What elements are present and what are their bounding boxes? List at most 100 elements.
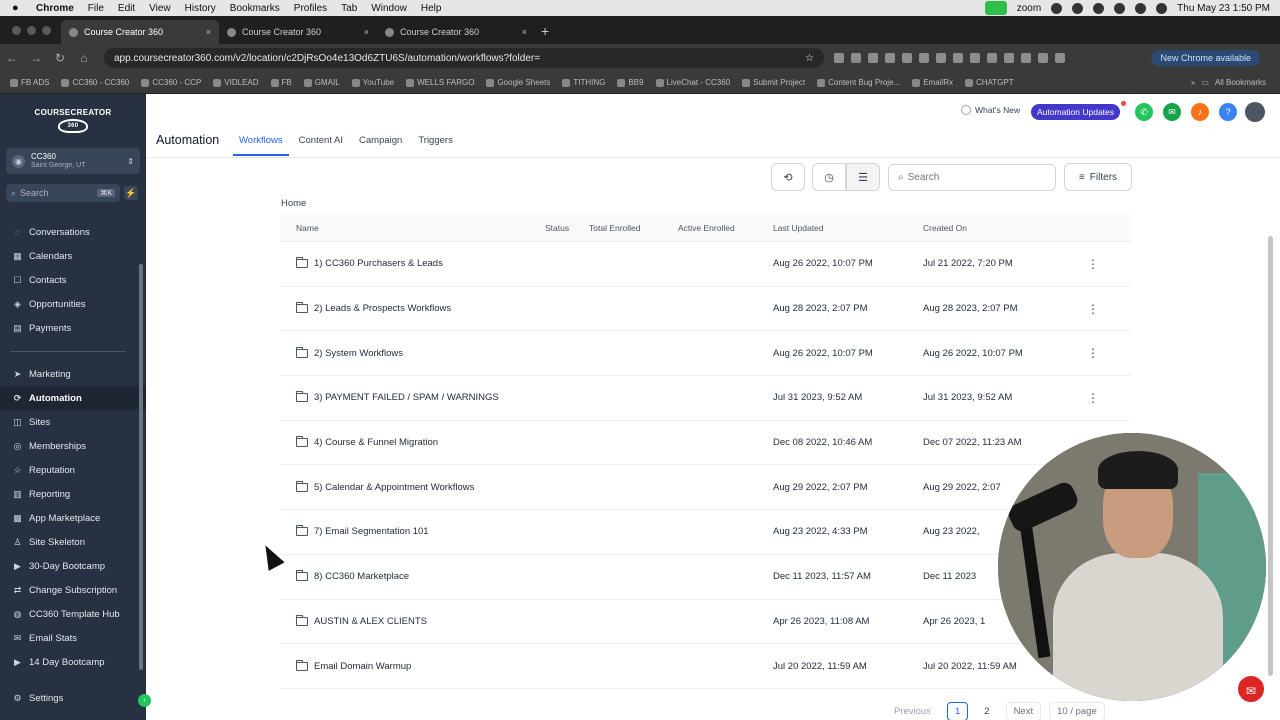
tab-close-icon[interactable]: × <box>522 27 527 37</box>
forward-icon[interactable]: → <box>24 51 48 65</box>
brightness-icon[interactable] <box>1051 2 1063 14</box>
sidebar-item-14-day-bootcamp[interactable]: ▶ 14 Day Bootcamp <box>0 650 146 674</box>
new-tab-button[interactable]: + <box>541 23 549 39</box>
folder-label[interactable]: 4) Course & Funnel Migration <box>314 437 438 448</box>
bookmark-item[interactable]: EmailRx <box>912 78 953 87</box>
folder-label[interactable]: AUSTIN & ALEX CLIENTS <box>314 616 427 627</box>
sidebar-item-conversations[interactable]: ◌ Conversations <box>0 220 146 244</box>
sidebar-item-opportunities[interactable]: ◈ Opportunities <box>0 292 146 316</box>
column-name[interactable]: Name <box>280 223 529 233</box>
previous-page-button[interactable]: Previous <box>886 702 939 720</box>
extension-icon[interactable] <box>1055 53 1065 63</box>
url-text[interactable]: app.coursecreator360.com/v2/location/c2D… <box>114 53 805 64</box>
bookmark-item[interactable]: CHATGPT <box>964 78 1014 87</box>
workflow-folder-name[interactable]: 8) CC360 Marketplace <box>280 570 529 582</box>
window-controls[interactable] <box>12 26 51 35</box>
browser-tab-2[interactable]: Course Creator 360 × <box>219 20 377 44</box>
sidebar-item-cc360-template-hub[interactable]: ◍ CC360 Template Hub <box>0 602 146 626</box>
bookmark-item[interactable]: BB9 <box>617 78 644 87</box>
brand-logo[interactable]: COURSECREATOR 360 <box>28 108 118 133</box>
column-created-on[interactable]: Created On <box>923 223 1078 233</box>
extension-icon[interactable] <box>1021 53 1031 63</box>
bookmark-item[interactable]: YouTube <box>351 78 394 87</box>
workflow-folder-name[interactable]: Email Domain Warmup <box>280 659 529 672</box>
menu-app-name[interactable]: Chrome <box>36 3 74 14</box>
extension-icon[interactable] <box>1038 53 1048 63</box>
tab-content-ai[interactable]: Content AI <box>293 132 349 156</box>
address-bar[interactable]: app.coursecreator360.com/v2/location/c2D… <box>104 48 824 68</box>
table-row[interactable]: 3) PAYMENT FAILED / SPAM / WARNINGS Jul 3… <box>280 376 1132 421</box>
menu-bookmarks[interactable]: Bookmarks <box>230 3 280 14</box>
bell-icon[interactable]: ♪ <box>1191 103 1209 121</box>
chat-widget-icon[interactable]: ✉ <box>1236 674 1266 704</box>
browser-tab-3[interactable]: Course Creator 360 × <box>377 20 535 44</box>
menu-help[interactable]: Help <box>421 3 442 14</box>
zoom-label[interactable]: zoom <box>1017 3 1041 14</box>
folder-label[interactable]: Email Domain Warmup <box>314 661 411 672</box>
search-input[interactable] <box>907 172 1038 183</box>
workflow-folder-name[interactable]: AUSTIN & ALEX CLIENTS <box>280 614 529 627</box>
extension-icon[interactable] <box>885 53 895 63</box>
tab-triggers[interactable]: Triggers <box>412 132 459 156</box>
wifi-icon[interactable] <box>1114 2 1126 14</box>
vpn-icon[interactable] <box>1072 2 1084 14</box>
collapse-sidebar-icon[interactable]: ‹ <box>138 694 151 707</box>
workflow-folder-name[interactable]: 3) PAYMENT FAILED / SPAM / WARNINGS <box>280 391 529 403</box>
menu-window[interactable]: Window <box>371 3 407 14</box>
folder-label[interactable]: 5) Calendar & Appointment Workflows <box>314 482 474 493</box>
tab-campaign[interactable]: Campaign <box>353 132 408 156</box>
page-scrollbar[interactable] <box>1268 236 1273 676</box>
history-button[interactable]: ⟲ <box>771 163 805 191</box>
bookmark-item[interactable]: Submit Project <box>742 78 805 87</box>
extension-icon[interactable] <box>851 53 861 63</box>
sidebar-item-sites[interactable]: ◫ Sites <box>0 410 146 434</box>
search-icon[interactable] <box>1135 2 1147 14</box>
workflow-folder-name[interactable]: 4) Course & Funnel Migration <box>280 436 529 448</box>
sidebar-item-30-day-bootcamp[interactable]: ▶ 30-Day Bootcamp <box>0 554 146 578</box>
sidebar-item-settings[interactable]: ⚙ Settings <box>0 686 146 710</box>
extension-icon[interactable] <box>868 53 878 63</box>
chevron-right-icon[interactable]: » <box>1191 78 1195 87</box>
extension-icon[interactable] <box>970 53 980 63</box>
phone-icon[interactable]: ✆ <box>1135 103 1153 121</box>
table-row[interactable]: 2) Leads & Prospects Workflows Aug 28 202… <box>280 287 1132 332</box>
tab-close-icon[interactable]: × <box>364 27 369 37</box>
sidebar-item-calendars[interactable]: ▦ Calendars <box>0 244 146 268</box>
extension-icon[interactable] <box>936 53 946 63</box>
extension-icon[interactable] <box>919 53 929 63</box>
recent-view-button[interactable]: ◷ <box>812 163 846 191</box>
sidebar-item-email-stats[interactable]: ✉ Email Stats <box>0 626 146 650</box>
reload-icon[interactable]: ↻ <box>48 51 72 65</box>
bookmark-item[interactable]: Content Bug Proje... <box>817 78 900 87</box>
list-view-button[interactable]: ☰ <box>846 163 880 191</box>
column-total-enrolled[interactable]: Total Enrolled <box>589 223 678 233</box>
folder-label[interactable]: 7) Email Segmentation 101 <box>314 526 429 537</box>
sidebar-item-app-marketplace[interactable]: ▩ App Marketplace <box>0 506 146 530</box>
new-chrome-available-button[interactable]: New Chrome available <box>1151 50 1260 66</box>
automation-updates-button[interactable]: Automation Updates <box>1031 104 1121 120</box>
folder-label[interactable]: 3) PAYMENT FAILED / SPAM / WARNINGS <box>314 392 499 403</box>
menu-profiles[interactable]: Profiles <box>294 3 327 14</box>
workflow-folder-name[interactable]: 2) System Workflows <box>280 346 529 359</box>
tab-workflows[interactable]: Workflows <box>233 132 289 156</box>
record-icon[interactable] <box>1093 2 1105 14</box>
sidebar-item-payments[interactable]: ▤ Payments <box>0 316 146 340</box>
back-icon[interactable]: ← <box>0 51 24 65</box>
extension-icon[interactable] <box>987 53 997 63</box>
sidebar-item-site-skeleton[interactable]: ♙ Site Skeleton <box>0 530 146 554</box>
avatar[interactable] <box>1245 102 1265 122</box>
bookmark-item[interactable]: Google Sheets <box>486 78 550 87</box>
menu-edit[interactable]: Edit <box>118 3 135 14</box>
sidebar-item-automation[interactable]: ⟳ Automation <box>0 386 146 410</box>
sidebar-item-change-subscription[interactable]: ⇄ Change Subscription <box>0 578 146 602</box>
folder-label[interactable]: 2) Leads & Prospects Workflows <box>314 303 451 314</box>
row-menu-icon[interactable]: ⋮ <box>1078 346 1108 360</box>
bookmark-star-icon[interactable]: ☆ <box>805 53 814 64</box>
table-row[interactable]: 2) System Workflows Aug 26 2022, 10:07 PM… <box>280 331 1132 377</box>
bookmark-item[interactable]: TITHING <box>562 78 605 87</box>
tab-close-icon[interactable]: × <box>206 27 211 37</box>
all-bookmarks-label[interactable]: All Bookmarks <box>1215 78 1266 87</box>
row-menu-icon[interactable]: ⋮ <box>1078 302 1108 316</box>
page-1-button[interactable]: 1 <box>946 702 969 720</box>
sidebar-item-reporting[interactable]: ▥ Reporting <box>0 482 146 506</box>
